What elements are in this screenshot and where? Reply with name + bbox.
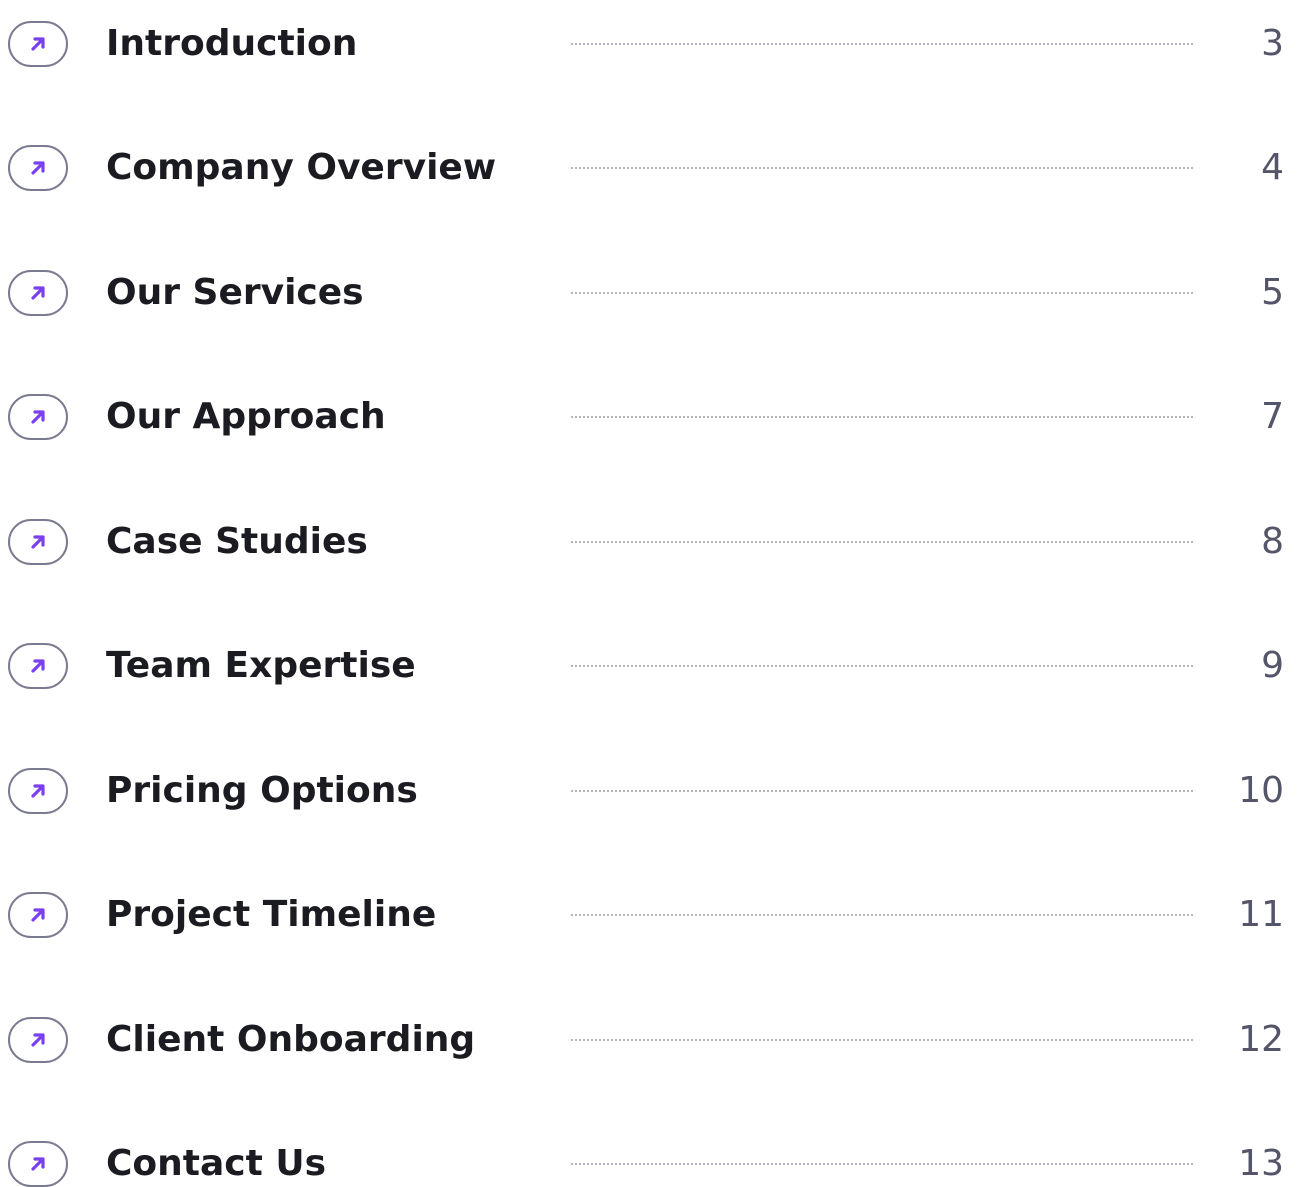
toc-entry-company-overview[interactable]: Company Overview 4 xyxy=(0,128,1300,208)
toc-page-number: 7 xyxy=(1261,396,1284,437)
toc-entry-title: Team Expertise xyxy=(106,645,416,686)
toc-page-number: 5 xyxy=(1261,272,1284,313)
toc-entry-title: Company Overview xyxy=(106,147,497,188)
toc-entry-title: Introduction xyxy=(106,23,358,64)
dotted-leader xyxy=(571,43,1193,45)
toc-page-number: 10 xyxy=(1238,770,1284,811)
dotted-leader xyxy=(571,541,1193,543)
toc-entry-title: Our Services xyxy=(106,272,364,313)
toc-entry-title: Our Approach xyxy=(106,396,386,437)
toc-page-number: 11 xyxy=(1238,894,1284,935)
toc-entry-title: Case Studies xyxy=(106,521,368,562)
toc-entry-title: Client Onboarding xyxy=(106,1019,476,1060)
toc-entry-title: Contact Us xyxy=(106,1143,327,1184)
toc-entry-title: Project Timeline xyxy=(106,894,437,935)
dotted-leader xyxy=(571,1039,1193,1041)
dotted-leader xyxy=(571,914,1193,916)
arrow-up-right-icon[interactable] xyxy=(8,1017,68,1063)
toc-entry-client-onboarding[interactable]: Client Onboarding 12 xyxy=(0,1000,1300,1080)
arrow-up-right-icon[interactable] xyxy=(8,519,68,565)
toc-entry-project-timeline[interactable]: Project Timeline 11 xyxy=(0,875,1300,955)
toc-page-number: 12 xyxy=(1238,1019,1284,1060)
toc-entry-introduction[interactable]: Introduction 3 xyxy=(0,4,1300,84)
arrow-up-right-icon[interactable] xyxy=(8,21,68,67)
dotted-leader xyxy=(571,1163,1193,1165)
dotted-leader xyxy=(571,665,1193,667)
arrow-up-right-icon[interactable] xyxy=(8,643,68,689)
arrow-up-right-icon[interactable] xyxy=(8,1141,68,1187)
arrow-up-right-icon[interactable] xyxy=(8,394,68,440)
toc-page-number: 4 xyxy=(1261,147,1284,188)
arrow-up-right-icon[interactable] xyxy=(8,145,68,191)
toc-entry-our-approach[interactable]: Our Approach 7 xyxy=(0,377,1300,457)
toc-page-number: 9 xyxy=(1261,645,1284,686)
dotted-leader xyxy=(571,790,1193,792)
toc-entry-our-services[interactable]: Our Services 5 xyxy=(0,253,1300,333)
toc-page-number: 13 xyxy=(1238,1143,1284,1184)
toc-page-number: 8 xyxy=(1261,521,1284,562)
arrow-up-right-icon[interactable] xyxy=(8,768,68,814)
toc-entry-case-studies[interactable]: Case Studies 8 xyxy=(0,502,1300,582)
toc-entry-pricing-options[interactable]: Pricing Options 10 xyxy=(0,751,1300,831)
dotted-leader xyxy=(571,167,1193,169)
toc-entry-team-expertise[interactable]: Team Expertise 9 xyxy=(0,626,1300,706)
toc-entry-contact-us[interactable]: Contact Us 13 xyxy=(0,1124,1300,1187)
table-of-contents: Introduction 3 Company Overview 4 Our Se… xyxy=(0,0,1300,1187)
dotted-leader xyxy=(571,416,1193,418)
toc-entry-title: Pricing Options xyxy=(106,770,418,811)
arrow-up-right-icon[interactable] xyxy=(8,892,68,938)
dotted-leader xyxy=(571,292,1193,294)
toc-page-number: 3 xyxy=(1261,23,1284,64)
arrow-up-right-icon[interactable] xyxy=(8,270,68,316)
